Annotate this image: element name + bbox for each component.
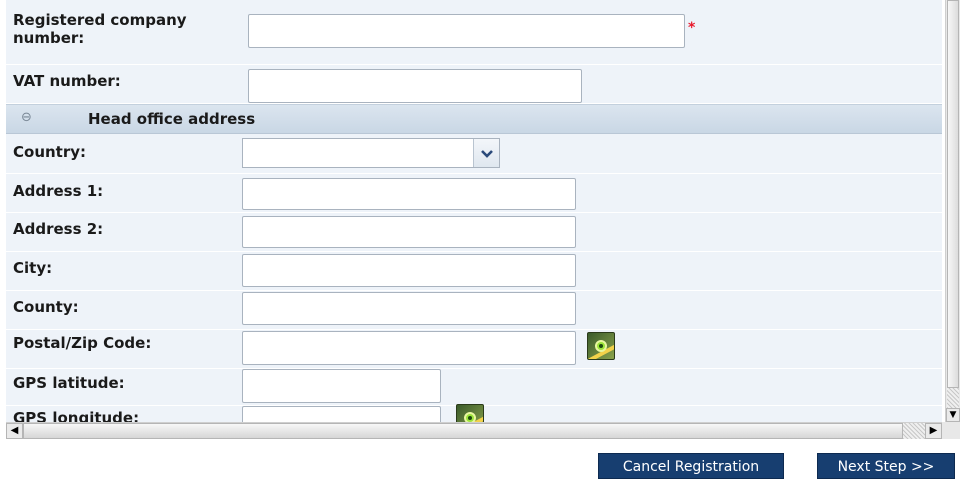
county-input[interactable]: [242, 292, 576, 325]
gps-latitude-row: GPS latitude:: [6, 369, 942, 406]
city-input[interactable]: [242, 254, 576, 287]
country-row: Country:: [6, 135, 942, 174]
gps-locate-icon[interactable]: [587, 332, 615, 360]
section-title: Head office address: [88, 110, 256, 128]
horizontal-scroll-track[interactable]: [903, 423, 925, 439]
address2-row: Address 2:: [6, 213, 942, 252]
city-label: City:: [13, 259, 53, 277]
county-row: County:: [6, 291, 942, 330]
horizontal-scroll-thumb[interactable]: [23, 423, 903, 439]
address2-input[interactable]: [242, 216, 576, 248]
scrollbar-corner: [942, 422, 960, 439]
gps-longitude-input[interactable]: [242, 406, 441, 422]
gps-latitude-label: GPS latitude:: [13, 374, 125, 392]
form-viewport: Registered company number: * VAT number:…: [0, 0, 945, 422]
postal-code-row: Postal/Zip Code:: [6, 330, 942, 369]
gps-longitude-label: GPS longitude:: [13, 409, 140, 422]
chevron-down-icon-glyph: [481, 150, 493, 158]
vertical-scroll-track[interactable]: [947, 388, 959, 408]
address1-input[interactable]: [242, 178, 576, 210]
registered-company-number-label: Registered company number:: [13, 11, 187, 47]
registered-company-number-label-line1: Registered company: [13, 11, 187, 29]
address1-row: Address 1:: [6, 174, 942, 213]
scroll-left-arrow-icon[interactable]: ◀: [6, 423, 23, 439]
vat-number-input[interactable]: [248, 69, 582, 103]
cancel-registration-button[interactable]: Cancel Registration: [598, 453, 784, 479]
postal-code-input[interactable]: [242, 331, 576, 365]
country-label: Country:: [13, 143, 87, 161]
gps-longitude-row: GPS longitude:: [6, 404, 942, 422]
vat-number-row: VAT number:: [6, 65, 942, 104]
head-office-address-header[interactable]: ⊖ Head office address: [6, 104, 942, 134]
vat-number-label: VAT number:: [13, 72, 121, 90]
registration-form-panel: Registered company number: * VAT number:…: [6, 0, 942, 422]
city-row: City:: [6, 252, 942, 291]
registered-company-number-input[interactable]: [248, 14, 685, 48]
country-select[interactable]: [242, 138, 500, 168]
horizontal-scrollbar[interactable]: ◀ ▶: [6, 422, 942, 439]
address1-label: Address 1:: [13, 182, 104, 200]
vertical-scroll-thumb[interactable]: [947, 0, 959, 388]
gps-dot-shape: [468, 416, 472, 420]
registered-company-number-label-line2: number:: [13, 29, 85, 47]
gps-latitude-input[interactable]: [242, 369, 441, 403]
chevron-down-icon[interactable]: [473, 139, 499, 167]
next-step-button[interactable]: Next Step >>: [817, 453, 955, 479]
county-label: County:: [13, 298, 79, 316]
scroll-down-arrow-icon[interactable]: ▼: [946, 408, 960, 422]
gps-locate-icon[interactable]: [456, 404, 484, 422]
required-marker: *: [688, 20, 696, 36]
vertical-scrollbar[interactable]: ▼: [945, 0, 960, 422]
registered-company-number-row: Registered company number: *: [6, 0, 942, 65]
scroll-right-arrow-icon[interactable]: ▶: [925, 423, 942, 439]
postal-code-label: Postal/Zip Code:: [13, 334, 152, 352]
address2-label: Address 2:: [13, 220, 104, 238]
collapse-icon[interactable]: ⊖: [21, 111, 33, 124]
gps-dot-shape: [599, 344, 603, 348]
